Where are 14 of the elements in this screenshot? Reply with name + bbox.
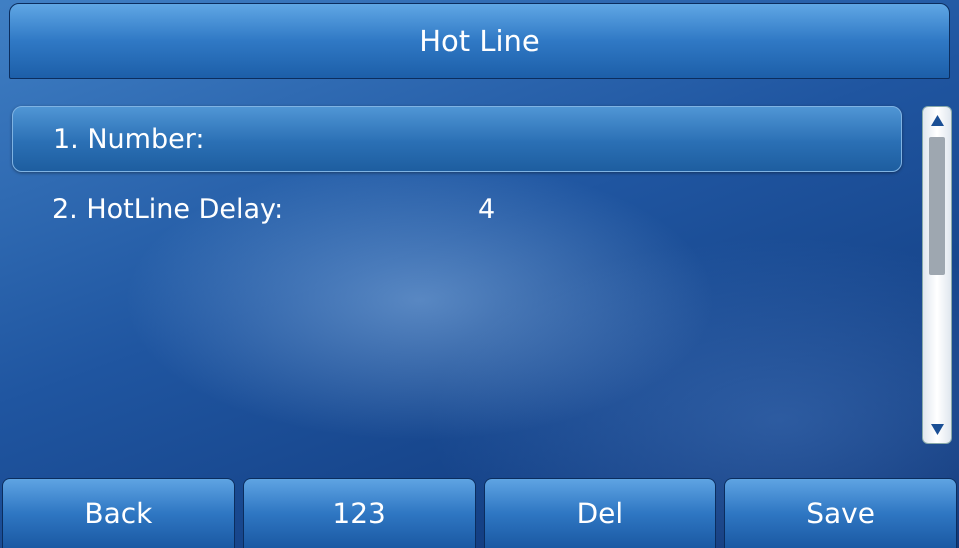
field-label: 1. Number: <box>53 124 206 154</box>
softkey-button[interactable]: 123 <box>242 478 476 548</box>
field-label: 2. HotLine Delay: <box>52 194 284 224</box>
softkey-button[interactable]: Save <box>724 478 957 548</box>
scrollbar[interactable] <box>922 106 952 444</box>
softkey-button[interactable]: Back <box>2 478 235 548</box>
menu-row[interactable]: 1. Number: <box>12 106 902 172</box>
menu-row[interactable]: 2. HotLine Delay: 4 <box>12 176 902 242</box>
scroll-down-icon[interactable] <box>931 424 944 435</box>
scroll-thumb[interactable] <box>929 137 945 275</box>
title-bar: Hot Line <box>9 3 950 79</box>
field-value: 4 <box>478 194 496 224</box>
softkey-button[interactable]: Del <box>484 478 716 548</box>
scroll-up-icon[interactable] <box>931 115 944 126</box>
